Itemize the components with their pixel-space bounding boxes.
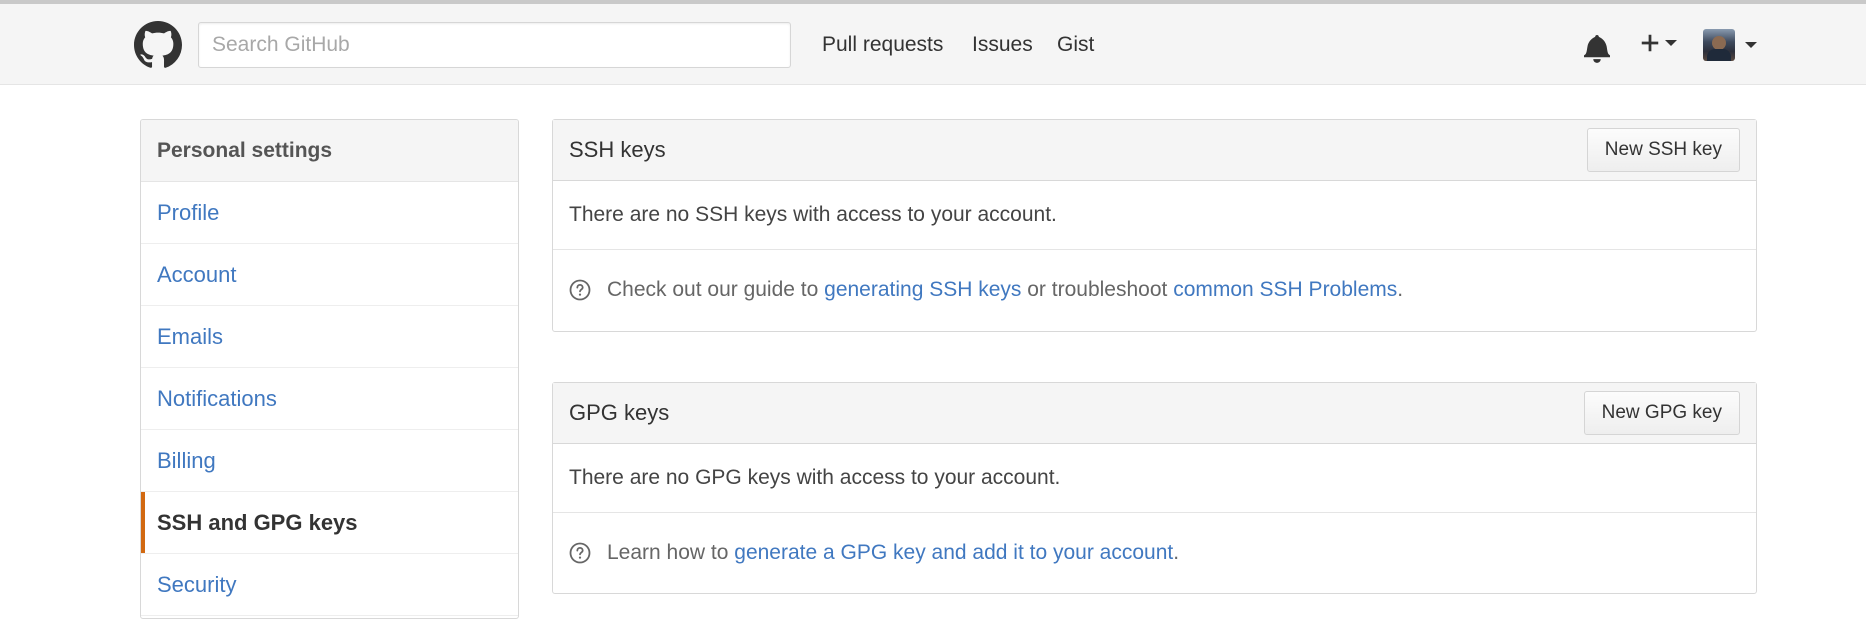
gpg-keys-header: GPG keys New GPG key — [553, 383, 1756, 444]
create-new-menu[interactable] — [1639, 30, 1683, 60]
chevron-down-icon — [1745, 42, 1757, 48]
gpg-keys-empty-message: There are no GPG keys with access to you… — [553, 444, 1756, 513]
gpg-keys-panel: GPG keys New GPG key There are no GPG ke… — [552, 382, 1757, 594]
ssh-keys-panel: SSH keys New SSH key There are no SSH ke… — [552, 119, 1757, 332]
chevron-down-icon — [1665, 40, 1677, 46]
new-ssh-key-button[interactable]: New SSH key — [1586, 128, 1740, 172]
sidebar-item-billing[interactable]: Billing — [141, 430, 518, 492]
gpg-keys-title: GPG keys — [569, 400, 670, 425]
nav-gist[interactable]: Gist — [1057, 32, 1094, 58]
settings-sidebar: Personal settings Profile Account Emails… — [140, 119, 519, 619]
avatar — [1703, 29, 1735, 61]
ssh-keys-help: Check out our guide to generating SSH ke… — [553, 250, 1756, 330]
sidebar-item-notifications[interactable]: Notifications — [141, 368, 518, 430]
sidebar-item-ssh-gpg-keys[interactable]: SSH and GPG keys — [141, 492, 518, 554]
gpg-keys-help: Learn how to generate a GPG key and add … — [553, 513, 1756, 593]
sidebar-item-profile[interactable]: Profile — [141, 182, 518, 244]
github-logo-icon[interactable] — [134, 21, 182, 69]
ssh-keys-empty-message: There are no SSH keys with access to you… — [553, 181, 1756, 250]
common-ssh-problems-link[interactable]: common SSH Problems — [1173, 278, 1397, 302]
generate-gpg-key-link[interactable]: generate a GPG key and add it to your ac… — [734, 541, 1173, 565]
sidebar-item-security[interactable]: Security — [141, 554, 518, 616]
user-menu[interactable] — [1703, 29, 1758, 63]
generating-ssh-keys-link[interactable]: generating SSH keys — [824, 278, 1021, 302]
bell-icon[interactable] — [1584, 33, 1610, 63]
sidebar-heading: Personal settings — [141, 120, 518, 182]
ssh-keys-title: SSH keys — [569, 137, 666, 162]
ssh-help-middle: or troubleshoot — [1021, 278, 1174, 301]
nav-issues[interactable]: Issues — [972, 32, 1033, 58]
site-header: Pull requests Issues Gist — [0, 4, 1866, 85]
ssh-help-prefix: Check out our guide to — [607, 278, 825, 301]
sidebar-item-account[interactable]: Account — [141, 244, 518, 306]
plus-icon — [1641, 34, 1659, 52]
question-icon — [569, 279, 591, 301]
ssh-help-suffix: . — [1397, 278, 1404, 301]
question-icon — [569, 542, 591, 564]
ssh-keys-header: SSH keys New SSH key — [553, 120, 1756, 181]
new-gpg-key-button[interactable]: New GPG key — [1583, 391, 1740, 435]
nav-pull-requests[interactable]: Pull requests — [822, 32, 943, 58]
gpg-help-prefix: Learn how to — [607, 541, 735, 564]
sidebar-item-emails[interactable]: Emails — [141, 306, 518, 368]
gpg-help-suffix: . — [1173, 541, 1180, 564]
search-input[interactable] — [198, 22, 791, 68]
